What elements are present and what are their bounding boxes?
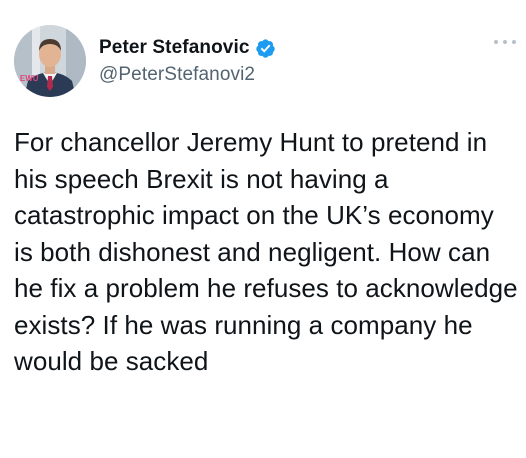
more-dot bbox=[494, 40, 498, 44]
avatar[interactable]: LEWU bbox=[14, 25, 86, 97]
tweet-text: For chancellor Jeremy Hunt to pretend in… bbox=[14, 127, 525, 376]
avatar-photo: LEWU bbox=[14, 25, 86, 97]
verified-badge-icon bbox=[255, 38, 276, 59]
user-handle[interactable]: @PeterStefanovi2 bbox=[99, 64, 276, 86]
more-dot bbox=[512, 40, 516, 44]
name-row: Peter Stefanovic bbox=[99, 36, 276, 60]
avatar-badge-text: LEWU bbox=[15, 74, 39, 83]
tweet-card: LEWU Peter Stefanovic @PeterStefanovi2 F… bbox=[0, 0, 526, 458]
author-block: Peter Stefanovic @PeterStefanovi2 bbox=[99, 36, 276, 86]
more-dot bbox=[503, 40, 507, 44]
more-horizontal-icon[interactable] bbox=[494, 38, 516, 46]
display-name[interactable]: Peter Stefanovic bbox=[99, 37, 250, 59]
